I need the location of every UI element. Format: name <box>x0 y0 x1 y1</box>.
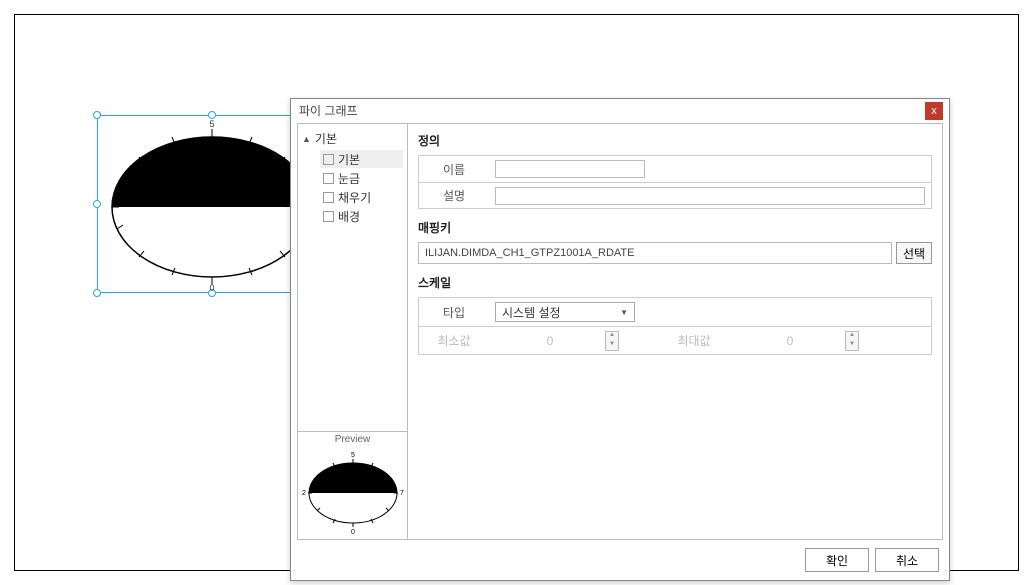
label-type: 타입 <box>419 304 489 321</box>
field-row-desc: 설명 <box>419 182 931 208</box>
document-frame: 5 0 파이 그래프 x ▲ 기본 기본 <box>14 14 1019 571</box>
combo-value: 시스템 설정 <box>502 304 561 321</box>
spin-down-icon[interactable]: ▼ <box>846 341 858 350</box>
scale-table: 타입 시스템 설정 ▼ 최소값 ▲ ▼ <box>418 297 932 355</box>
section-title-scale: 스케일 <box>418 274 932 291</box>
dialog-body: ▲ 기본 기본 눈금 채우기 <box>297 123 943 540</box>
label-name: 이름 <box>419 161 489 178</box>
checkbox-icon[interactable] <box>323 154 334 165</box>
scale-row-minmax: 최소값 ▲ ▼ 최대값 ▲ <box>419 326 931 354</box>
ok-button[interactable]: 확인 <box>805 548 869 572</box>
tree-item-label: 기본 <box>338 151 360 168</box>
pie-graph-dialog: 파이 그래프 x ▲ 기본 기본 <box>290 98 950 581</box>
min-value[interactable] <box>495 334 605 348</box>
definition-table: 이름 설명 <box>418 155 932 209</box>
svg-text:0: 0 <box>351 529 355 535</box>
svg-text:2: 2 <box>302 490 306 497</box>
section-title-mapkey: 매핑키 <box>418 219 932 236</box>
svg-text:5: 5 <box>351 452 355 459</box>
max-value[interactable] <box>735 334 845 348</box>
max-spinner[interactable]: ▲ ▼ <box>735 331 859 351</box>
name-input[interactable] <box>495 160 645 178</box>
checkbox-icon[interactable] <box>323 211 334 222</box>
tree-children: 기본 눈금 채우기 배경 <box>302 150 403 225</box>
field-row-name: 이름 <box>419 156 931 182</box>
label-max: 최대값 <box>659 332 729 349</box>
dialog-title: 파이 그래프 <box>299 99 358 123</box>
caret-icon: ▲ <box>302 134 311 144</box>
tree-item-label: 채우기 <box>338 189 371 206</box>
tree-item-ticks[interactable]: 눈금 <box>320 169 403 187</box>
scale-type-combo[interactable]: 시스템 설정 ▼ <box>495 302 635 322</box>
spin-up-icon[interactable]: ▲ <box>606 332 618 341</box>
spin-up-icon[interactable]: ▲ <box>846 332 858 341</box>
checkbox-icon[interactable] <box>323 192 334 203</box>
mapkey-input[interactable] <box>418 242 892 264</box>
gauge-label-bottom: 0 <box>209 283 214 293</box>
desc-input[interactable] <box>495 187 925 205</box>
preview-gauge: 5 0 2 7 <box>298 445 407 539</box>
gauge-label-top: 5 <box>209 119 214 129</box>
section-title-definition: 정의 <box>418 132 932 149</box>
tree-root[interactable]: ▲ 기본 <box>302 130 403 147</box>
scale-row-type: 타입 시스템 설정 ▼ <box>419 298 931 326</box>
tree-root-label: 기본 <box>315 130 337 147</box>
checkbox-icon[interactable] <box>323 173 334 184</box>
mapkey-select-button[interactable]: 선택 <box>896 242 932 264</box>
label-min: 최소값 <box>419 332 489 349</box>
close-button[interactable]: x <box>925 102 943 120</box>
dialog-footer: 확인 취소 <box>805 548 939 572</box>
title-bar[interactable]: 파이 그래프 x <box>291 99 949 123</box>
svg-text:7: 7 <box>400 490 404 497</box>
tree-item-label: 배경 <box>338 208 360 225</box>
right-panel: 정의 이름 설명 매핑키 <box>408 124 942 539</box>
tree-item-fill[interactable]: 채우기 <box>320 188 403 206</box>
preview-label: Preview <box>335 434 371 445</box>
preview-box: Preview <box>298 431 407 539</box>
left-column: ▲ 기본 기본 눈금 채우기 <box>298 124 408 539</box>
mapkey-row: 선택 <box>418 242 932 264</box>
tree-item-label: 눈금 <box>338 170 360 187</box>
label-desc: 설명 <box>419 187 489 204</box>
spin-down-icon[interactable]: ▼ <box>606 341 618 350</box>
tree-view: ▲ 기본 기본 눈금 채우기 <box>298 124 407 431</box>
chevron-down-icon: ▼ <box>620 308 628 317</box>
min-spinner[interactable]: ▲ ▼ <box>495 331 619 351</box>
cancel-button[interactable]: 취소 <box>875 548 939 572</box>
tree-item-basic[interactable]: 기본 <box>320 150 403 168</box>
tree-item-background[interactable]: 배경 <box>320 207 403 225</box>
